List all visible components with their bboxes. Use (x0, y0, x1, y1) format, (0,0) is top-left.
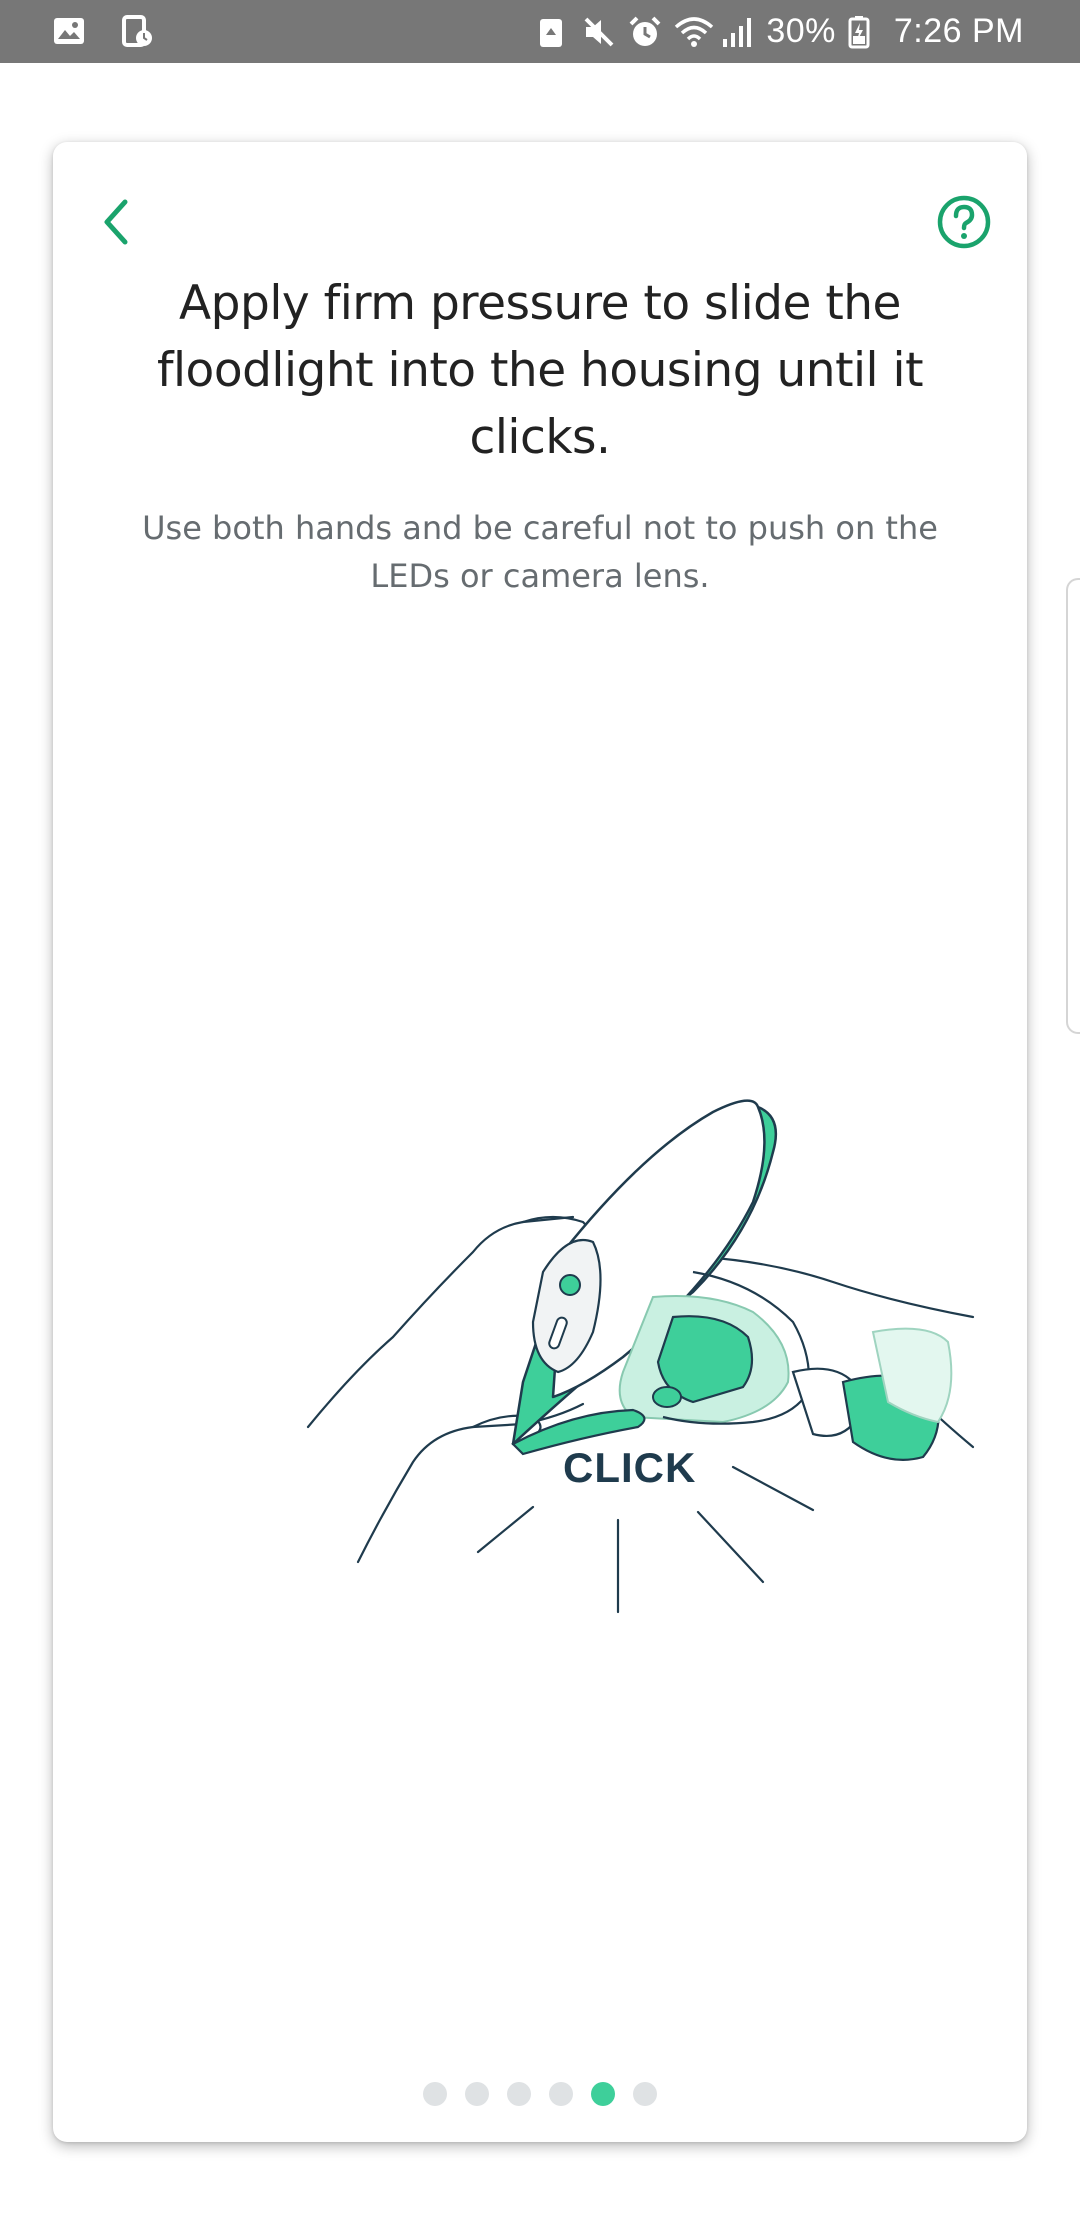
back-button[interactable] (91, 192, 141, 252)
pager-dot-active (591, 2082, 615, 2106)
step-pager (53, 2082, 1027, 2106)
wifi-icon (674, 15, 714, 49)
screen-record-icon (120, 14, 154, 48)
pager-dot (507, 2082, 531, 2106)
help-button[interactable] (936, 194, 992, 250)
mute-icon (582, 15, 616, 49)
status-bar-left (52, 14, 154, 48)
pager-dot (465, 2082, 489, 2106)
status-bar-right: 30% 7:26 PM (536, 0, 1024, 63)
recycle-icon (536, 15, 570, 49)
click-label: CLICK (563, 1444, 697, 1491)
pager-dot (549, 2082, 573, 2106)
alarm-icon (628, 15, 662, 49)
battery-icon (848, 15, 882, 49)
status-time: 7:26 PM (893, 12, 1024, 50)
battery-percent: 30% (766, 12, 836, 50)
instruction-card: Apply firm pressure to slide the floodli… (53, 142, 1027, 2142)
gallery-icon (52, 14, 86, 48)
page-title: Apply firm pressure to slide the floodli… (156, 276, 924, 465)
signal-icon (720, 15, 754, 49)
pager-dot (633, 2082, 657, 2106)
page-subtitle: Use both hands and be careful not to pus… (142, 509, 938, 595)
help-circle-icon (937, 195, 991, 249)
pager-dot (423, 2082, 447, 2106)
edge-panel-handle[interactable] (1066, 578, 1080, 1034)
chevron-left-icon (104, 199, 128, 245)
status-bar: 30% 7:26 PM (0, 0, 1080, 63)
